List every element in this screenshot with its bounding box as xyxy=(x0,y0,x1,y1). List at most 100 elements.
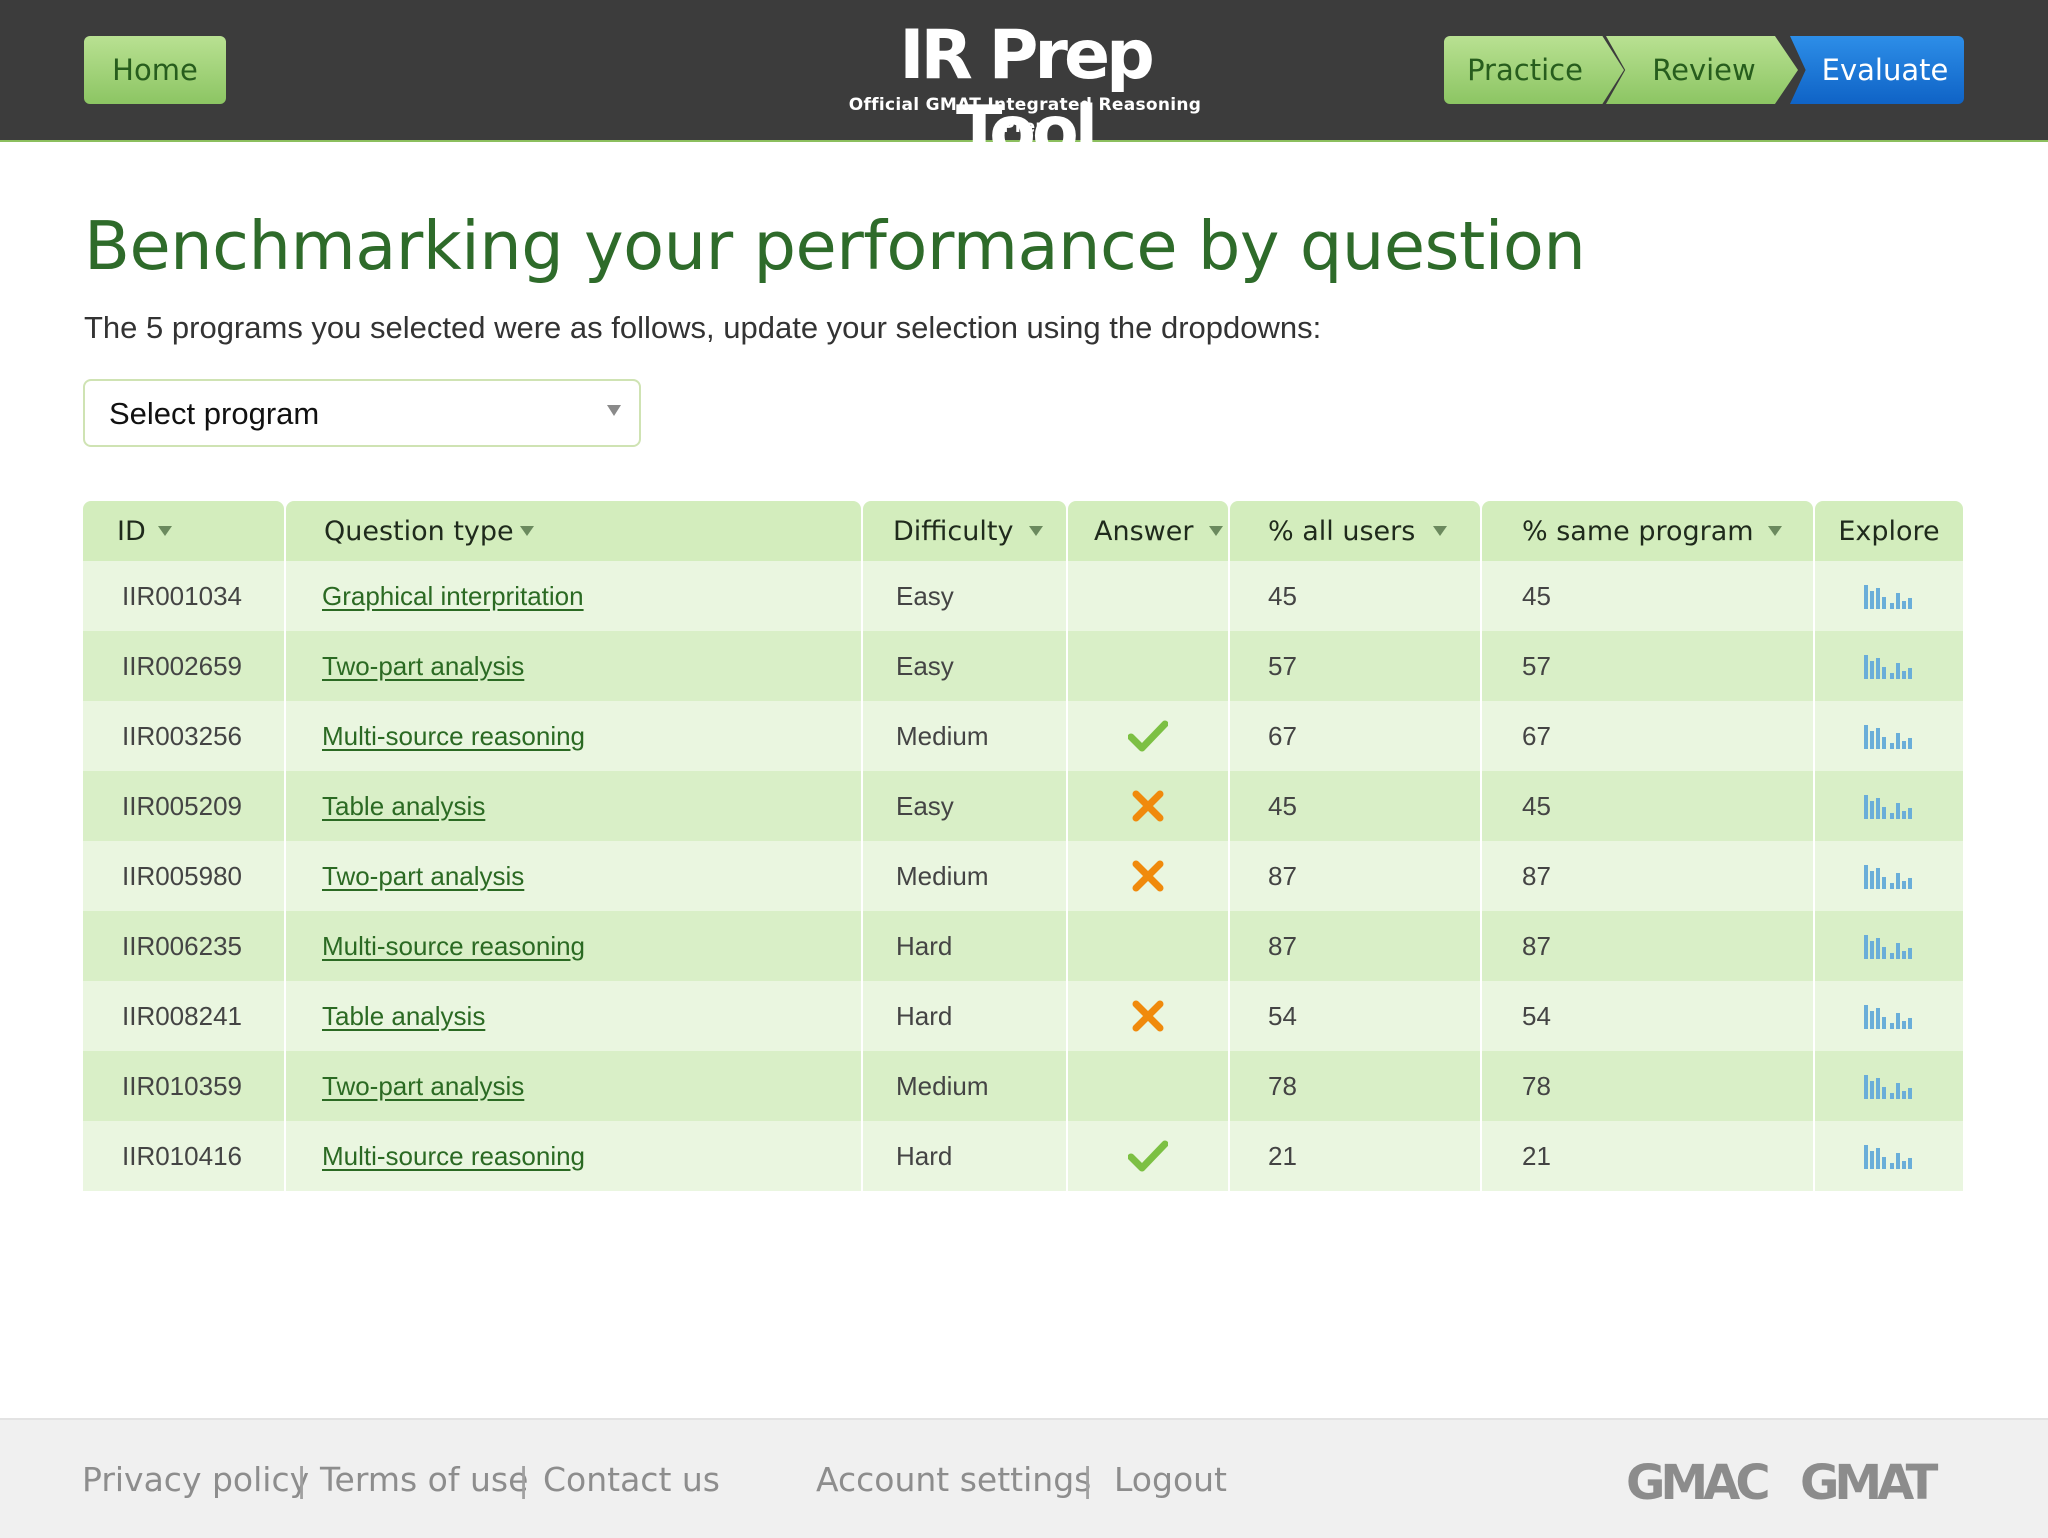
logout-link[interactable]: Logout xyxy=(1114,1460,1227,1500)
all-users-value: 45 xyxy=(1268,580,1297,611)
cell-all-users: 87 xyxy=(1230,911,1480,981)
difficulty-value: Easy xyxy=(896,790,954,821)
bar-chart-icon[interactable] xyxy=(1815,793,1963,819)
cross-icon xyxy=(1068,789,1228,823)
question-id: IIR001034 xyxy=(122,580,242,611)
bar-chart-icon[interactable] xyxy=(1815,1003,1963,1029)
bar-chart-icon[interactable] xyxy=(1815,933,1963,959)
step-evaluate[interactable]: Evaluate xyxy=(1790,36,1964,104)
all-users-value: 57 xyxy=(1268,650,1297,681)
all-users-value: 45 xyxy=(1268,790,1297,821)
cell-id: IIR003256 xyxy=(83,701,284,771)
question-id: IIR003256 xyxy=(122,720,242,751)
question-type-link[interactable]: Two-part analysis xyxy=(322,1071,524,1102)
table-row: IIR002659 Two-part analysis Easy 57 57 xyxy=(83,631,1963,701)
cell-same-program: 21 xyxy=(1482,1121,1813,1191)
cell-question-type: Graphical interpritation xyxy=(286,561,861,631)
cell-difficulty: Medium xyxy=(863,701,1066,771)
column-header-id[interactable]: ID xyxy=(83,501,284,561)
cell-difficulty: Hard xyxy=(863,981,1066,1051)
same-program-value: 54 xyxy=(1522,1000,1551,1031)
question-id: IIR002659 xyxy=(122,650,242,681)
cell-explore xyxy=(1815,841,1963,911)
bar-chart-icon[interactable] xyxy=(1815,863,1963,889)
cell-same-program: 67 xyxy=(1482,701,1813,771)
cell-difficulty: Easy xyxy=(863,561,1066,631)
step-review[interactable]: Review xyxy=(1606,36,1798,104)
cell-explore xyxy=(1815,701,1963,771)
sort-arrow-icon xyxy=(519,526,534,536)
column-header-same-program[interactable]: % same program xyxy=(1482,501,1813,561)
difficulty-value: Hard xyxy=(896,930,953,961)
all-users-value: 87 xyxy=(1268,860,1297,891)
question-type-link[interactable]: Two-part analysis xyxy=(322,861,524,892)
contact-us-link[interactable]: Contact us xyxy=(543,1460,720,1500)
question-type-link[interactable]: Two-part analysis xyxy=(322,651,524,682)
bar-chart-icon[interactable] xyxy=(1815,723,1963,749)
cell-id: IIR010416 xyxy=(83,1121,284,1191)
same-program-value: 57 xyxy=(1522,650,1551,681)
all-users-value: 87 xyxy=(1268,930,1297,961)
step-practice[interactable]: Practice xyxy=(1444,36,1624,104)
question-type-link[interactable]: Table analysis xyxy=(322,1001,485,1032)
bar-chart-icon[interactable] xyxy=(1815,1143,1963,1169)
column-header-label: Question type xyxy=(324,515,514,547)
cell-same-program: 87 xyxy=(1482,841,1813,911)
question-type-link[interactable]: Multi-source reasoning xyxy=(322,1141,585,1172)
table-row: IIR010359 Two-part analysis Medium 78 78 xyxy=(83,1051,1963,1121)
cell-id: IIR006235 xyxy=(83,911,284,981)
cell-same-program: 54 xyxy=(1482,981,1813,1051)
page-title: Benchmarking your performance by questio… xyxy=(84,207,1586,285)
bar-chart-icon[interactable] xyxy=(1815,653,1963,679)
column-header-label: Explore xyxy=(1838,515,1940,547)
account-settings-link[interactable]: Account settings xyxy=(816,1460,1091,1500)
column-header-all-users[interactable]: % all users xyxy=(1230,501,1480,561)
cell-explore xyxy=(1815,981,1963,1051)
footer-separator: | xyxy=(518,1460,530,1499)
question-type-link[interactable]: Graphical interpritation xyxy=(322,581,584,612)
cell-explore xyxy=(1815,561,1963,631)
question-id: IIR005209 xyxy=(122,790,242,821)
question-id: IIR010416 xyxy=(122,1140,242,1171)
question-type-link[interactable]: Multi-source reasoning xyxy=(322,721,585,752)
cell-all-users: 67 xyxy=(1230,701,1480,771)
cell-explore xyxy=(1815,631,1963,701)
question-type-link[interactable]: Table analysis xyxy=(322,791,485,822)
question-type-link[interactable]: Multi-source reasoning xyxy=(322,931,585,962)
same-program-value: 67 xyxy=(1522,720,1551,751)
cell-all-users: 45 xyxy=(1230,771,1480,841)
bar-chart-icon[interactable] xyxy=(1815,1073,1963,1099)
sort-arrow-icon xyxy=(1767,526,1782,536)
table-row: IIR005980 Two-part analysis Medium 87 87 xyxy=(83,841,1963,911)
difficulty-value: Hard xyxy=(896,1140,953,1171)
program-select[interactable]: Select program xyxy=(83,379,641,447)
cell-question-type: Two-part analysis xyxy=(286,841,861,911)
gmat-logo: GMAT xyxy=(1800,1455,1938,1511)
cell-question-type: Two-part analysis xyxy=(286,631,861,701)
question-id: IIR010359 xyxy=(122,1070,242,1101)
cell-id: IIR005980 xyxy=(83,841,284,911)
privacy-policy-link[interactable]: Privacy policy xyxy=(82,1460,309,1500)
cell-answer xyxy=(1068,631,1228,701)
table-header: ID Question type Difficulty Answer % all… xyxy=(83,501,1963,561)
column-header-label: ID xyxy=(117,515,146,547)
cell-difficulty: Medium xyxy=(863,1051,1066,1121)
cell-all-users: 21 xyxy=(1230,1121,1480,1191)
column-header-answer[interactable]: Answer xyxy=(1068,501,1228,561)
home-button[interactable]: Home xyxy=(84,36,226,104)
column-header-difficulty[interactable]: Difficulty xyxy=(863,501,1066,561)
program-select-value: Select program xyxy=(109,396,320,431)
bar-chart-icon[interactable] xyxy=(1815,583,1963,609)
sort-arrow-icon xyxy=(1209,526,1224,536)
cell-same-program: 87 xyxy=(1482,911,1813,981)
footer: Privacy policy | Terms of use | Contact … xyxy=(0,1418,2048,1538)
cell-explore xyxy=(1815,1121,1963,1191)
gmac-logo: GMAC xyxy=(1626,1455,1771,1511)
terms-of-use-link[interactable]: Terms of use xyxy=(320,1460,528,1500)
column-header-question-type[interactable]: Question type xyxy=(286,501,861,561)
cell-id: IIR008241 xyxy=(83,981,284,1051)
same-program-value: 78 xyxy=(1522,1070,1551,1101)
sort-arrow-icon xyxy=(157,526,172,536)
cross-icon xyxy=(1068,859,1228,893)
cell-answer xyxy=(1068,701,1228,771)
